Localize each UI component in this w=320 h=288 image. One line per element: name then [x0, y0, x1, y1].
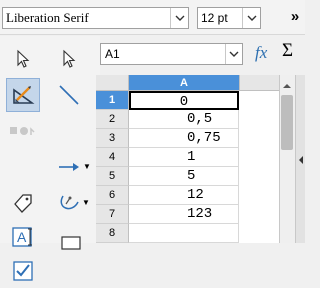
cell-a7[interactable]: 123 [129, 205, 239, 224]
chevron-down-icon[interactable] [170, 8, 188, 28]
select-all-corner[interactable] [96, 75, 129, 91]
line-icon[interactable] [52, 78, 86, 112]
row-header[interactable]: 8 [96, 224, 129, 243]
drawing-tool-palette: ▼ ▼ A [0, 36, 100, 281]
column-header-b[interactable] [239, 75, 279, 91]
chevron-down-icon[interactable] [225, 44, 242, 64]
cell-a3[interactable]: 0,75 [129, 129, 239, 148]
glue-points-icon[interactable] [6, 114, 40, 148]
name-box-value: A1 [105, 47, 120, 61]
sidebar-deck-tab[interactable] [295, 75, 305, 243]
cell-a5[interactable]: 5 [129, 167, 239, 186]
chevron-down-icon[interactable]: ▼ [82, 199, 90, 207]
curve-icon[interactable]: ▼ [52, 186, 96, 220]
font-size-value: 12 pt [201, 11, 228, 25]
row-header[interactable]: 3 [96, 129, 129, 148]
checkbox-icon[interactable] [6, 254, 40, 288]
chevron-left-icon [299, 156, 303, 164]
rectangle-icon[interactable] [54, 226, 88, 260]
font-name-value: Liberation Serif [6, 10, 89, 25]
scroll-up-icon[interactable] [281, 78, 293, 88]
arrow-line-icon[interactable]: ▼ [52, 150, 96, 184]
row-header[interactable]: 5 [96, 167, 129, 186]
function-wizard-button[interactable]: fx [255, 43, 267, 63]
cell-a4[interactable]: 1 [129, 148, 239, 167]
chevron-down-icon[interactable]: ▼ [83, 163, 91, 171]
select-arrow-icon[interactable] [6, 42, 40, 76]
name-box[interactable]: A1 [100, 43, 243, 65]
row-header[interactable]: 2 [96, 110, 129, 129]
row-header[interactable]: 6 [96, 186, 129, 205]
drawing-icon[interactable] [6, 78, 40, 112]
font-name-combobox[interactable]: Liberation Serif [2, 7, 189, 29]
chevron-down-icon[interactable] [242, 8, 260, 28]
cell-a6[interactable]: 12 [129, 186, 239, 205]
sum-button[interactable]: Σ [282, 40, 293, 62]
row-header[interactable]: 7 [96, 205, 129, 224]
row-header[interactable]: 4 [96, 148, 129, 167]
tag-icon[interactable] [6, 186, 40, 220]
column-header-a[interactable]: A [129, 75, 239, 91]
cell-a8[interactable] [129, 224, 239, 243]
points-arrow-icon[interactable] [52, 42, 86, 76]
formatting-toolbar: Liberation Serif 12 pt » [0, 0, 305, 35]
textbox-icon[interactable]: A [6, 220, 40, 254]
toolbar-overflow-button[interactable]: » [287, 9, 303, 25]
row-header[interactable]: 1 [96, 91, 129, 110]
cell-a1[interactable]: 0 [129, 91, 239, 110]
cell-a2[interactable]: 0,5 [129, 110, 239, 129]
font-size-combobox[interactable]: 12 pt [197, 7, 261, 29]
scrollbar-thumb[interactable] [281, 95, 293, 150]
